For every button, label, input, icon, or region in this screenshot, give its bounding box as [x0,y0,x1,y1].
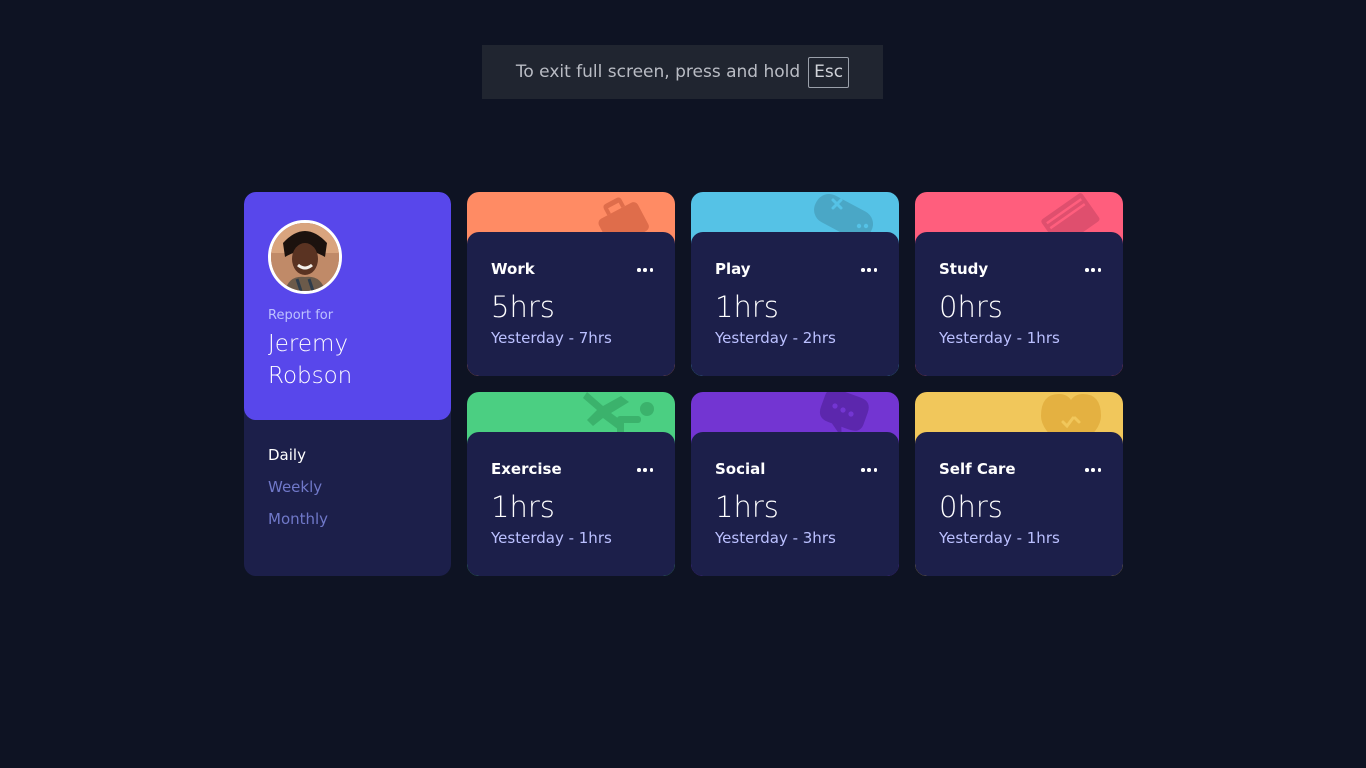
report-label: Report for [268,308,334,323]
current-hours: 0hrs [939,290,1003,324]
user-name: Jeremy Robson [268,331,353,389]
activity-title: Social [715,460,766,478]
esc-key-hint: Esc [808,56,850,88]
avatar [268,220,342,294]
previous-hours: Yesterday - 1hrs [491,529,612,547]
activity-card-exercise: Exercise 1hrs Yesterday - 1hrs [467,392,675,576]
ellipsis-menu-icon[interactable] [1085,462,1101,478]
profile-header: Report for Jeremy Robson [244,192,451,420]
fullscreen-notice-text: To exit full screen, press and hold [515,62,801,82]
activity-title: Exercise [491,460,562,478]
ellipsis-menu-icon[interactable] [861,462,877,478]
activity-title: Study [939,260,989,278]
activity-card-social: Social 1hrs Yesterday - 3hrs [691,392,899,576]
activity-card-body[interactable]: Work 5hrs Yesterday - 7hrs [467,232,675,376]
activity-card-selfcare: Self Care 0hrs Yesterday - 1hrs [915,392,1123,576]
avatar-image [271,223,339,291]
previous-hours: Yesterday - 2hrs [715,329,836,347]
current-hours: 1hrs [491,490,555,524]
ellipsis-menu-icon[interactable] [861,262,877,278]
current-hours: 0hrs [939,490,1003,524]
activity-title: Work [491,260,535,278]
activity-card-body[interactable]: Social 1hrs Yesterday - 3hrs [691,432,899,576]
activity-card-study: Study 0hrs Yesterday - 1hrs [915,192,1123,376]
period-daily[interactable]: Daily [268,444,328,466]
previous-hours: Yesterday - 3hrs [715,529,836,547]
current-hours: 5hrs [491,290,555,324]
previous-hours: Yesterday - 1hrs [939,529,1060,547]
ellipsis-menu-icon[interactable] [1085,262,1101,278]
time-tracking-dashboard: Report for Jeremy Robson Daily Weekly Mo… [244,192,1123,576]
period-weekly[interactable]: Weekly [268,476,328,498]
activity-card-body[interactable]: Study 0hrs Yesterday - 1hrs [915,232,1123,376]
activity-card-play: Play 1hrs Yesterday - 2hrs [691,192,899,376]
activity-card-body[interactable]: Exercise 1hrs Yesterday - 1hrs [467,432,675,576]
fullscreen-notice: To exit full screen, press and hold Esc [482,45,883,99]
profile-card: Report for Jeremy Robson Daily Weekly Mo… [244,192,451,576]
activity-title: Play [715,260,751,278]
ellipsis-menu-icon[interactable] [637,462,653,478]
current-hours: 1hrs [715,490,779,524]
activity-card-work: Work 5hrs Yesterday - 7hrs [467,192,675,376]
period-monthly[interactable]: Monthly [268,508,328,530]
period-selector: Daily Weekly Monthly [268,444,328,530]
current-hours: 1hrs [715,290,779,324]
previous-hours: Yesterday - 1hrs [939,329,1060,347]
ellipsis-menu-icon[interactable] [637,262,653,278]
activity-card-body[interactable]: Play 1hrs Yesterday - 2hrs [691,232,899,376]
previous-hours: Yesterday - 7hrs [491,329,612,347]
activity-card-body[interactable]: Self Care 0hrs Yesterday - 1hrs [915,432,1123,576]
activity-title: Self Care [939,460,1016,478]
